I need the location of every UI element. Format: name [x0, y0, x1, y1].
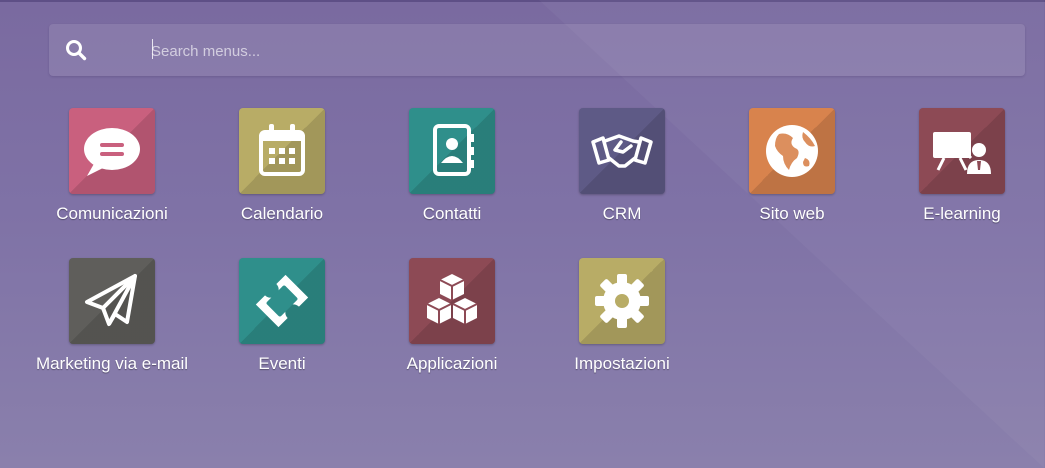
app-label: Calendario	[240, 204, 324, 223]
app-tile[interactable]	[239, 258, 325, 344]
cubes-icon	[426, 274, 478, 324]
app-calendario[interactable]: Calendario	[197, 108, 367, 248]
app-impostazioni[interactable]: Impostazioni	[537, 258, 707, 398]
paper-plane-icon	[85, 274, 137, 326]
app-contatti[interactable]: Contatti	[367, 108, 537, 248]
app-tile[interactable]	[919, 108, 1005, 194]
chat-bubble-icon	[84, 128, 140, 176]
app-label: Comunicazioni	[56, 204, 168, 223]
address-book-icon	[433, 124, 474, 176]
app-tile[interactable]	[579, 108, 665, 194]
app-tile[interactable]	[579, 258, 665, 344]
search-icon	[66, 40, 87, 61]
app-label: Marketing via e-mail	[35, 354, 189, 373]
search-input[interactable]	[149, 38, 1033, 64]
app-label: Impostazioni	[574, 354, 670, 373]
app-comunicazioni[interactable]: Comunicazioni	[27, 108, 197, 248]
app-label: Contatti	[422, 204, 482, 223]
app-tile[interactable]	[749, 108, 835, 194]
app-tile[interactable]	[239, 108, 325, 194]
gear-icon	[595, 274, 649, 328]
presentation-icon	[933, 132, 991, 174]
app-eventi[interactable]: Eventi	[197, 258, 367, 398]
app-label: Applicazioni	[406, 354, 498, 373]
app-crm[interactable]: CRM	[537, 108, 707, 248]
globe-icon	[766, 125, 818, 177]
app-label: Eventi	[258, 354, 306, 373]
app-e-learning[interactable]: E-learning	[877, 108, 1045, 248]
app-tile[interactable]	[409, 258, 495, 344]
app-marketing-via-e-mail[interactable]: Marketing via e-mail	[27, 258, 197, 398]
calendar-icon	[259, 124, 305, 176]
app-tile[interactable]	[69, 108, 155, 194]
app-tile[interactable]	[409, 108, 495, 194]
app-sito-web[interactable]: Sito web	[707, 108, 877, 248]
app-applicazioni[interactable]: Applicazioni	[367, 258, 537, 398]
search-bar[interactable]	[49, 24, 1033, 76]
app-tile[interactable]	[69, 258, 155, 344]
app-label: Sito web	[759, 204, 825, 223]
app-label: E-learning	[923, 204, 1001, 223]
app-label: CRM	[602, 204, 642, 223]
ticket-icon	[255, 274, 309, 328]
handshake-icon	[591, 134, 653, 168]
